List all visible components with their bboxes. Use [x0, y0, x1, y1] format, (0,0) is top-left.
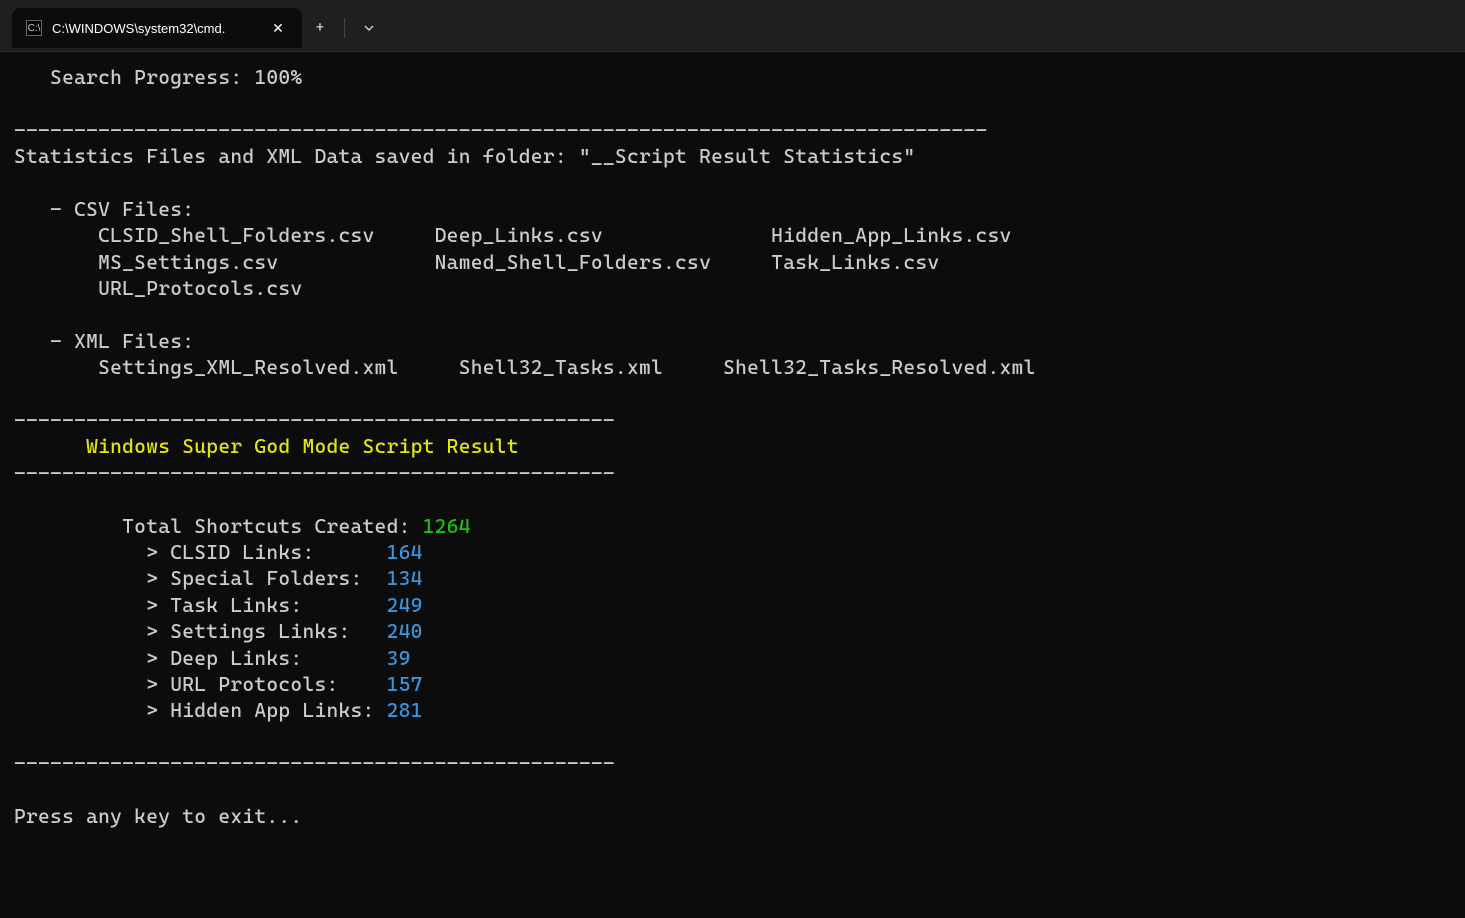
- breakdown-value: 281: [387, 698, 423, 722]
- xml-row: Settings_XML_Resolved.xml Shell32_Tasks.…: [14, 355, 1036, 379]
- xml-header: - XML Files:: [14, 329, 194, 353]
- csv-row: CLSID_Shell_Folders.csv Deep_Links.csv H…: [14, 223, 1012, 247]
- csv-row: URL_Protocols.csv: [14, 276, 302, 300]
- breakdown-label: > Task Links:: [14, 593, 387, 617]
- total-label: Total Shortcuts Created:: [14, 514, 423, 538]
- total-value: 1264: [423, 514, 471, 538]
- title-bar: C:\ C:\WINDOWS\system32\cmd. ✕ +: [0, 0, 1465, 52]
- breakdown-label: > Special Folders:: [14, 566, 387, 590]
- breakdown-value: 134: [387, 566, 423, 590]
- csv-row: MS_Settings.csv Named_Shell_Folders.csv …: [14, 250, 939, 274]
- csv-header: - CSV Files:: [14, 197, 194, 221]
- exit-prompt: Press any key to exit...: [14, 804, 302, 828]
- divider: ----------------------------------------…: [14, 461, 615, 485]
- chevron-down-icon: [363, 22, 375, 34]
- stats-saved-line: Statistics Files and XML Data saved in f…: [14, 144, 915, 168]
- tab-controls: +: [302, 8, 387, 48]
- tab-divider: [344, 18, 345, 38]
- tab-dropdown-button[interactable]: [351, 10, 387, 46]
- divider: ----------------------------------------…: [14, 751, 615, 775]
- divider: ----------------------------------------…: [14, 118, 988, 142]
- tab-title: C:\WINDOWS\system32\cmd.: [52, 21, 258, 36]
- cmd-icon: C:\: [26, 20, 42, 36]
- breakdown-label: > URL Protocols:: [14, 672, 387, 696]
- result-title: Windows Super God Mode Script Result: [14, 434, 519, 458]
- breakdown-label: > CLSID Links:: [14, 540, 387, 564]
- breakdown-value: 39: [387, 646, 411, 670]
- breakdown-value: 249: [387, 593, 423, 617]
- breakdown-value: 164: [387, 540, 423, 564]
- breakdown-value: 240: [387, 619, 423, 643]
- active-tab[interactable]: C:\ C:\WINDOWS\system32\cmd. ✕: [12, 8, 302, 48]
- breakdown-value: 157: [387, 672, 423, 696]
- breakdown-label: > Hidden App Links:: [14, 698, 387, 722]
- breakdown-label: > Deep Links:: [14, 646, 387, 670]
- divider: ----------------------------------------…: [14, 408, 615, 432]
- close-tab-button[interactable]: ✕: [268, 18, 288, 38]
- new-tab-button[interactable]: +: [302, 10, 338, 46]
- progress-line: Search Progress: 100%: [14, 65, 302, 89]
- terminal-output[interactable]: Search Progress: 100% ------------------…: [0, 52, 1465, 841]
- breakdown-label: > Settings Links:: [14, 619, 387, 643]
